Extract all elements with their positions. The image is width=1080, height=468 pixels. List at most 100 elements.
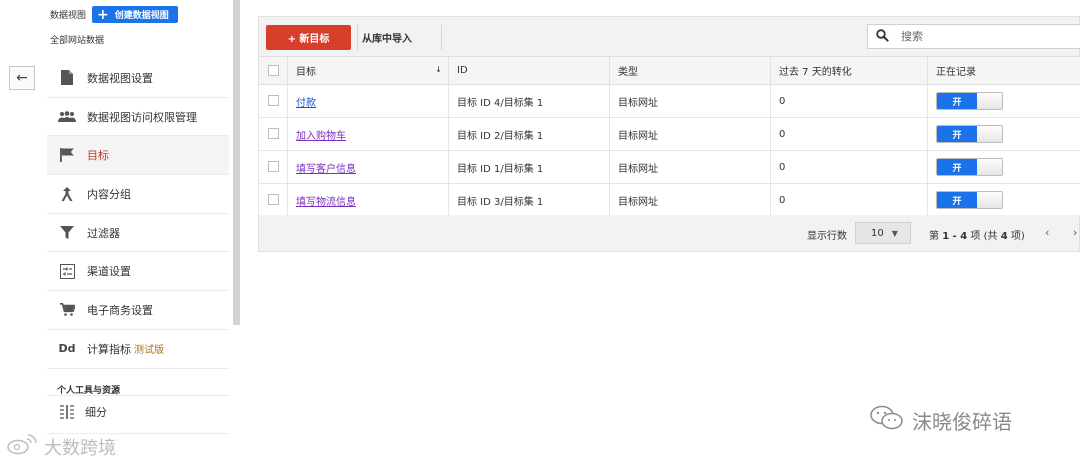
next-page-icon[interactable]: › <box>1073 226 1077 239</box>
conversions-cell: 0 <box>770 84 928 118</box>
row-checkbox[interactable] <box>267 161 279 173</box>
row-checkbox[interactable] <box>267 194 279 206</box>
goal-id-cell: 目标 ID 2/目标集 1 <box>448 117 610 151</box>
toolbar-divider <box>441 25 442 50</box>
wechat-watermark: 沫晓俊碎语 <box>870 405 1012 436</box>
nav-item-label: 目标 <box>87 149 109 163</box>
beta-badge: 测试版 <box>134 345 164 357</box>
goals-toolbar: + 新目标 从库中导入 <box>258 16 1080 56</box>
conversions-cell: 0 <box>770 117 928 151</box>
document-icon <box>58 70 76 86</box>
table-row: 填写客户信息 目标 ID 1/目标集 1 目标网址 0 开 <box>258 150 1080 184</box>
column-header-recording[interactable]: 正在记录 <box>927 56 1080 85</box>
nav-item-label: 电子商务设置 <box>87 303 153 317</box>
total-value: 4 <box>1000 231 1008 242</box>
nav-item-filters[interactable]: 过滤器 <box>47 214 229 253</box>
toggle-on-label: 开 <box>937 93 977 109</box>
table-row: 加入购物车 目标 ID 2/目标集 1 目标网址 0 开 <box>258 117 1080 151</box>
view-settings-nav: 数据视图设置 数据视图访问权限管理 目标 内容分组 过滤器 渠道设置 电子商务设… <box>47 59 229 369</box>
toggle-on-label: 开 <box>937 126 977 142</box>
toggle-on-label: 开 <box>937 192 977 208</box>
watermark-text: 大数跨境 <box>44 437 116 459</box>
search-input[interactable] <box>901 30 1051 43</box>
nav-item-segments[interactable]: 细分 <box>58 404 107 420</box>
row-checkbox[interactable] <box>267 128 279 140</box>
view-header: 数据视图 + 创建数据视图 全部网站数据 <box>50 6 230 46</box>
table-row: 付款 目标 ID 4/目标集 1 目标网址 0 开 <box>258 84 1080 118</box>
view-name[interactable]: 全部网站数据 <box>50 33 230 46</box>
segments-icon <box>58 404 76 420</box>
import-from-gallery-button[interactable]: 从库中导入 <box>362 30 412 45</box>
watermark-text: 沫晓俊碎语 <box>912 410 1012 434</box>
nav-item-label: 计算指标 <box>87 342 131 356</box>
nav-item-user-management[interactable]: 数据视图访问权限管理 <box>47 98 229 137</box>
channel-settings-icon <box>58 263 76 279</box>
table-header-row: 目标 ↓ ID 类型 过去 7 天的转化 正在记录 <box>258 56 1080 85</box>
create-view-label: 创建数据视图 <box>114 11 169 21</box>
nav-item-label: 细分 <box>85 406 107 419</box>
goal-type-cell: 目标网址 <box>609 183 771 217</box>
create-view-button[interactable]: + 创建数据视图 <box>92 6 178 23</box>
back-button[interactable]: ← <box>9 66 35 90</box>
table-pagination: 显示行数 10 ▼ 第 1 - 4 项 (共 4 项) ‹ › <box>258 215 1080 252</box>
nav-item-content-grouping[interactable]: 内容分组 <box>47 175 229 214</box>
goal-type-cell: 目标网址 <box>609 84 771 118</box>
column-header-conversions[interactable]: 过去 7 天的转化 <box>770 56 928 85</box>
recording-toggle[interactable]: 开 <box>936 158 1003 176</box>
nav-item-ecommerce-settings[interactable]: 电子商务设置 <box>47 291 229 330</box>
column-header-id[interactable]: ID <box>448 56 610 85</box>
search-icon <box>876 28 889 45</box>
toggle-knob <box>977 159 1002 175</box>
wechat-icon <box>870 405 904 436</box>
toggle-knob <box>977 93 1002 109</box>
toggle-knob <box>977 192 1002 208</box>
column-header-type[interactable]: 类型 <box>609 56 771 85</box>
nav-scrollbar[interactable] <box>233 0 240 325</box>
select-all-cell <box>258 56 288 85</box>
cart-icon <box>58 302 76 318</box>
caret-down-icon: ▼ <box>891 228 898 238</box>
goal-id-cell: 目标 ID 4/目标集 1 <box>448 84 610 118</box>
row-checkbox[interactable] <box>267 95 279 107</box>
recording-toggle[interactable]: 开 <box>936 92 1003 110</box>
rows-per-page-value: 10 <box>871 227 884 239</box>
table-row: 填写物流信息 目标 ID 3/目标集 1 目标网址 0 开 <box>258 183 1080 217</box>
nav-item-goals[interactable]: 目标 <box>47 136 229 176</box>
goal-link[interactable]: 付款 <box>296 98 316 109</box>
goal-id-cell: 目标 ID 3/目标集 1 <box>448 183 610 217</box>
rows-per-page-label: 显示行数 <box>807 231 847 242</box>
nav-item-calculated-metrics[interactable]: Dd 计算指标 测试版 <box>47 330 229 369</box>
goal-type-cell: 目标网址 <box>609 150 771 184</box>
calculated-metric-icon: Dd <box>58 342 76 356</box>
goal-link[interactable]: 填写客户信息 <box>296 164 356 175</box>
range-value: 1 - 4 <box>942 231 968 242</box>
nav-item-channel-settings[interactable]: 渠道设置 <box>47 252 229 292</box>
users-icon <box>58 109 76 125</box>
nav-item-label: 渠道设置 <box>87 265 131 279</box>
nav-item-view-settings[interactable]: 数据视图设置 <box>47 59 229 98</box>
goal-id-cell: 目标 ID 1/目标集 1 <box>448 150 610 184</box>
new-goal-button[interactable]: + 新目标 <box>266 25 351 50</box>
goal-link[interactable]: 填写物流信息 <box>296 197 356 208</box>
column-header-goal[interactable]: 目标 ↓ <box>287 56 449 85</box>
prev-page-icon[interactable]: ‹ <box>1045 226 1049 239</box>
recording-toggle[interactable]: 开 <box>936 191 1003 209</box>
nav-item-label: 内容分组 <box>87 187 131 201</box>
page-range: 第 1 - 4 项 (共 4 项) <box>929 231 1025 242</box>
select-all-checkbox[interactable] <box>267 64 279 76</box>
flag-icon <box>58 147 76 163</box>
section-divider <box>47 395 229 396</box>
nav-item-label: 过滤器 <box>87 226 120 240</box>
toolbar-divider <box>357 25 358 50</box>
recording-toggle[interactable]: 开 <box>936 125 1003 143</box>
weibo-watermark: 大数跨境 <box>6 433 116 460</box>
conversions-cell: 0 <box>770 183 928 217</box>
conversions-cell: 0 <box>770 150 928 184</box>
goal-link[interactable]: 加入购物车 <box>296 131 346 142</box>
rows-per-page-select[interactable]: 10 ▼ <box>855 222 911 244</box>
arrow-left-icon: ← <box>16 70 28 86</box>
search-box <box>867 24 1080 49</box>
toggle-knob <box>977 126 1002 142</box>
weibo-icon <box>6 433 38 460</box>
goals-admin-page: 数据视图 + 创建数据视图 全部网站数据 ← 数据视图设置 数据视图访问权限管理 <box>0 0 1080 468</box>
